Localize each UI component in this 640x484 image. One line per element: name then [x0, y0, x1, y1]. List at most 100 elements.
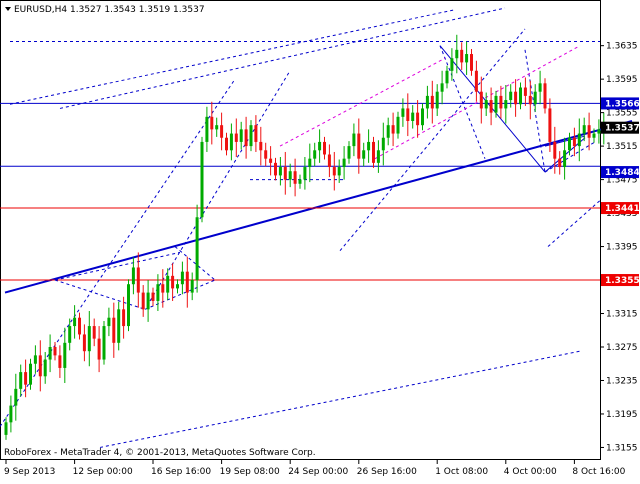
- candle-body: [337, 167, 341, 176]
- price-tag: 1.3537: [601, 121, 640, 134]
- candle-body: [450, 58, 454, 71]
- price-tag: 1.3355: [601, 274, 640, 287]
- candle-body: [122, 309, 126, 327]
- price-tag-text: 1.3441: [605, 204, 640, 214]
- candle-body: [180, 271, 184, 285]
- candle-body: [391, 125, 395, 134]
- candle-body: [107, 317, 111, 327]
- candle-body: [53, 347, 57, 356]
- candle-body: [244, 129, 248, 147]
- candle-body: [352, 133, 356, 147]
- candle-body: [141, 292, 145, 310]
- candle-body: [215, 125, 219, 130]
- candle-body: [293, 171, 297, 184]
- candle-body: [146, 292, 150, 310]
- candle-body: [278, 167, 282, 176]
- x-tick-label: 19 Sep 08:00: [220, 467, 280, 477]
- y-tick-label: 1.3155: [606, 443, 638, 453]
- candle-body: [445, 70, 449, 84]
- candle-body: [48, 347, 52, 360]
- candle-body: [421, 108, 424, 126]
- candle-body: [376, 150, 380, 163]
- y-tick-label: 1.3315: [606, 310, 638, 320]
- candle-body: [29, 363, 32, 385]
- candle: [200, 136, 204, 223]
- candle-body: [82, 334, 86, 352]
- candle-body: [386, 125, 390, 138]
- candle-body: [313, 150, 317, 159]
- candle-body: [58, 355, 62, 368]
- candle-body: [151, 292, 155, 301]
- candle-body: [411, 112, 415, 121]
- candle-body: [528, 95, 532, 105]
- candle-body: [342, 158, 346, 168]
- price-tag-text: 1.3355: [605, 276, 640, 286]
- symbol-timeframe: EURUSD,H4: [14, 5, 67, 15]
- candle-body: [455, 49, 459, 59]
- candle-body: [587, 125, 591, 138]
- candle-body: [283, 167, 287, 180]
- candle-body: [558, 158, 562, 168]
- y-tick-label: 1.3235: [606, 376, 638, 386]
- candle-body: [519, 87, 522, 105]
- y-tick-label: 1.3395: [606, 243, 638, 253]
- price-tag: 1.3441: [601, 202, 640, 215]
- candle-body: [592, 133, 596, 138]
- copyright-text: RoboForex - MetaTrader 4, © 2001-2013, M…: [4, 448, 316, 458]
- candle-body: [470, 54, 473, 71]
- candle: [102, 321, 106, 365]
- candle-body: [200, 141, 204, 218]
- candle-body: [347, 146, 351, 159]
- candle-body: [303, 167, 307, 180]
- candle-body: [499, 95, 503, 109]
- chart-svg: 1.36351.35951.35551.35151.34751.34351.33…: [0, 0, 640, 480]
- candle-body: [102, 326, 106, 360]
- candle-body: [582, 125, 586, 134]
- candle-body: [435, 91, 439, 109]
- candle-body: [24, 372, 28, 385]
- candle-body: [533, 91, 537, 105]
- candle-body: [308, 158, 312, 168]
- price-tag-text: 1.3484: [605, 168, 640, 178]
- candle-body: [131, 267, 135, 285]
- candle-body: [264, 150, 268, 159]
- candle-body: [259, 141, 263, 151]
- candle-body: [396, 116, 400, 134]
- candle-body: [523, 87, 527, 96]
- candle-body: [372, 141, 375, 163]
- candle-body: [92, 326, 96, 339]
- candle-body: [597, 129, 601, 134]
- candle-body: [288, 171, 292, 180]
- candle: [127, 279, 130, 332]
- candle-body: [205, 116, 209, 142]
- candle: [543, 78, 547, 114]
- y-tick-label: 1.3595: [606, 75, 638, 85]
- candle-body: [465, 54, 469, 63]
- candle-body: [185, 271, 189, 293]
- candle-body: [78, 317, 81, 335]
- candle-body: [474, 70, 478, 92]
- candle-body: [38, 355, 42, 377]
- candle-body: [572, 137, 576, 147]
- candle-body: [9, 405, 13, 423]
- y-tick-label: 1.3555: [606, 109, 638, 119]
- candle-body: [440, 83, 444, 92]
- x-tick-label: 1 Oct 08:00: [435, 467, 488, 477]
- candle-body: [234, 133, 238, 142]
- candle-body: [63, 342, 67, 368]
- x-tick-label: 8 Oct 16:00: [572, 467, 625, 477]
- candle-body: [509, 91, 513, 101]
- candle-body: [254, 125, 258, 142]
- x-tick-label: 16 Sep 16:00: [151, 467, 211, 477]
- candle-body: [14, 388, 18, 406]
- candle-body: [401, 108, 405, 117]
- candle-body: [332, 167, 336, 176]
- candle-body: [538, 83, 542, 92]
- x-tick-label: 24 Sep 00:00: [288, 467, 348, 477]
- y-tick-label: 1.3275: [606, 343, 638, 353]
- candle-body: [543, 83, 547, 109]
- candle-body: [548, 108, 552, 142]
- candle-body: [171, 275, 175, 289]
- candle-body: [210, 116, 214, 130]
- candle-body: [190, 280, 194, 293]
